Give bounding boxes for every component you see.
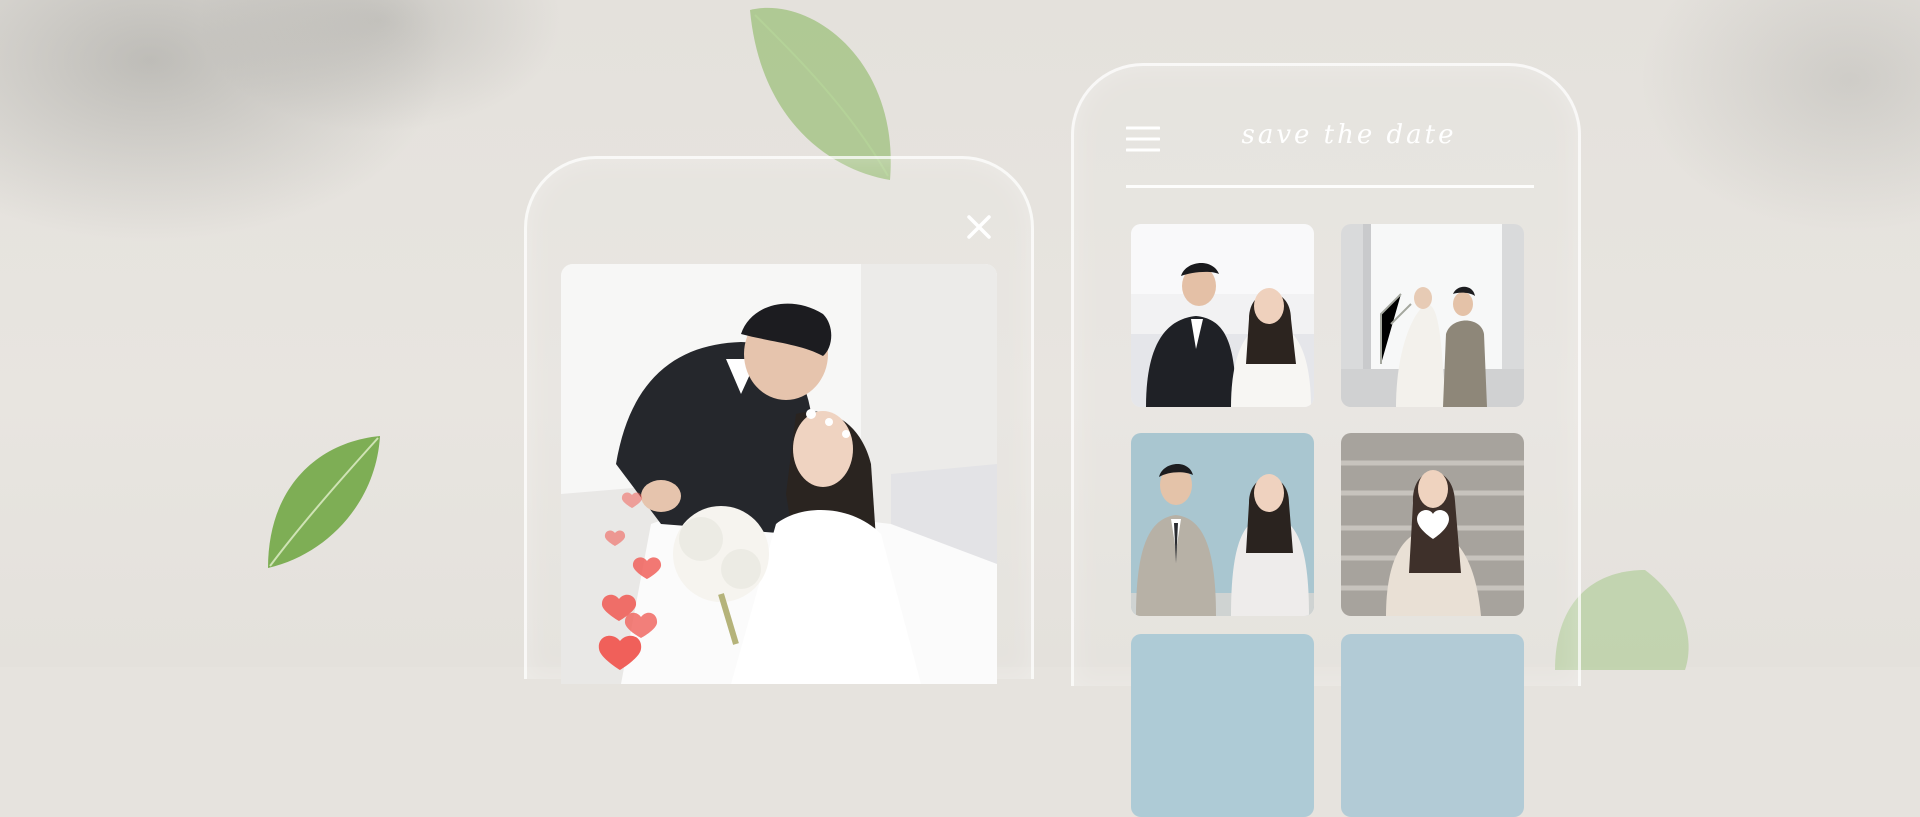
heart-icon	[598, 492, 662, 670]
photo-viewer-phone	[524, 156, 1034, 684]
bride-stairs-photo[interactable]	[1341, 433, 1524, 616]
couple-photo-5[interactable]	[1131, 634, 1314, 817]
couple-blue-wall-photo[interactable]	[1131, 433, 1314, 616]
leaf-decoration-left	[268, 436, 380, 568]
couple-sofa-photo[interactable]	[1131, 224, 1314, 407]
menu-button[interactable]	[1125, 126, 1161, 152]
close-icon	[967, 215, 991, 239]
heart-icon[interactable]	[1415, 509, 1451, 541]
close-button[interactable]	[961, 209, 997, 245]
couple-window-photo[interactable]	[1341, 224, 1524, 407]
header-divider	[1126, 185, 1534, 188]
hamburger-menu-icon	[1125, 126, 1161, 152]
couple-photo-6[interactable]	[1341, 634, 1524, 817]
couple-embrace-photo	[561, 264, 997, 684]
page-title: save the date	[1241, 120, 1457, 150]
gallery-phone: save the date	[1071, 63, 1581, 817]
